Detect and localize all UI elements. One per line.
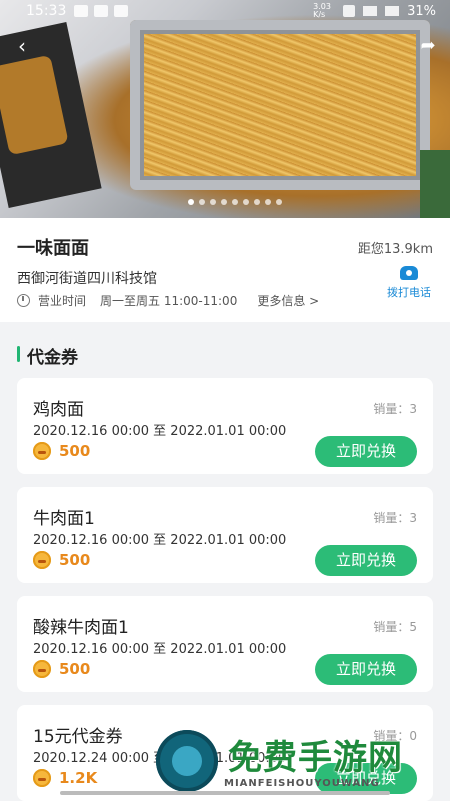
status-time: 15:33 xyxy=(26,3,67,19)
signal-icon xyxy=(385,6,400,16)
call-button[interactable]: 拨打电话 xyxy=(384,266,434,300)
price-value: 500 xyxy=(59,442,91,460)
voucher-title: 牛肉面1 xyxy=(33,509,95,529)
carousel-dot xyxy=(221,199,227,205)
carousel-dot xyxy=(265,199,271,205)
redeem-button[interactable]: 立即兑换 xyxy=(315,654,417,685)
share-icon[interactable]: ➦ xyxy=(416,34,440,58)
voucher-price: 500 xyxy=(33,442,90,460)
network-speed: 3.03 K/s xyxy=(313,2,331,19)
message-notification-icon xyxy=(94,5,108,17)
store-photo-carousel[interactable] xyxy=(0,0,450,218)
carousel-dot xyxy=(210,199,216,205)
battery-level: 31% xyxy=(407,3,436,19)
price-value: 500 xyxy=(59,551,91,569)
voucher-sales: 销量：3 xyxy=(373,511,417,525)
voucher-validity: 2020.12.16 00:00 至 2022.01.01 00:00 xyxy=(33,642,287,657)
status-bar: 15:33 3.03 K/s 31% xyxy=(0,0,450,24)
carousel-dot xyxy=(276,199,282,205)
voucher-validity: 2020.12.16 00:00 至 2022.01.01 00:00 xyxy=(33,424,287,439)
photo-background-plant xyxy=(420,150,450,218)
voucher-title: 鸡肉面 xyxy=(33,400,84,420)
voucher-validity: 2020.12.16 00:00 至 2022.01.01 00:00 xyxy=(33,533,287,548)
app-notification-icon xyxy=(114,5,128,17)
carousel-dot xyxy=(243,199,249,205)
watermark-logo-icon xyxy=(156,730,218,792)
status-right: 3.03 K/s 31% xyxy=(313,3,436,19)
watermark-text: 免费手游网 xyxy=(228,738,403,778)
site-watermark: 免费手游网 MIANFEISHOUYOUWANG xyxy=(156,728,446,798)
store-name: 一味面面 xyxy=(17,238,89,259)
redeem-button[interactable]: 立即兑换 xyxy=(315,436,417,467)
store-info-panel: 一味面面 距您13.9km 西御河街道四川科技馆 营业时间 周一至周五 11:0… xyxy=(0,218,450,322)
business-hours: 营业时间 周一至周五 11:00-11:00 更多信息 > xyxy=(17,292,319,309)
voucher-card: 牛肉面1 销量：3 2020.12.16 00:00 至 2022.01.01 … xyxy=(17,487,433,583)
voucher-price: 1.2K xyxy=(33,769,97,787)
redeem-button[interactable]: 立即兑换 xyxy=(315,545,417,576)
home-indicator[interactable] xyxy=(60,791,390,795)
alarm-icon xyxy=(343,5,356,17)
clock-icon xyxy=(17,294,30,307)
voucher-sales: 销量：3 xyxy=(373,402,417,416)
voucher-title: 15元代金券 xyxy=(33,727,123,747)
coin-icon xyxy=(33,769,51,787)
carousel-dot xyxy=(199,199,205,205)
back-arrow-icon[interactable]: ‹ xyxy=(10,34,34,58)
voucher-section-title: 代金券 xyxy=(17,343,78,368)
call-label: 拨打电话 xyxy=(387,286,431,299)
image-notification-icon xyxy=(74,5,88,17)
voucher-card: 鸡肉面 销量：3 2020.12.16 00:00 至 2022.01.01 0… xyxy=(17,378,433,474)
carousel-dot xyxy=(232,199,238,205)
phone-icon xyxy=(400,266,418,280)
store-distance: 距您13.9km xyxy=(357,242,433,257)
voucher-title: 酸辣牛肉面1 xyxy=(33,618,129,638)
store-address: 西御河街道四川科技馆 xyxy=(17,271,157,287)
carousel-indicator xyxy=(188,199,282,205)
photo-noodle-tray xyxy=(130,20,430,190)
price-value: 1.2K xyxy=(59,769,98,787)
hours-label: 营业时间 xyxy=(38,294,87,308)
wifi-icon xyxy=(363,6,378,16)
hours-value: 周一至周五 11:00-11:00 xyxy=(100,294,238,308)
watermark-subtext: MIANFEISHOUYOUWANG xyxy=(224,778,380,789)
coin-icon xyxy=(33,660,51,678)
coin-icon xyxy=(33,442,51,460)
notification-icons xyxy=(74,5,128,17)
voucher-price: 500 xyxy=(33,551,90,569)
coin-icon xyxy=(33,551,51,569)
voucher-card: 酸辣牛肉面1 销量：5 2020.12.16 00:00 至 2022.01.0… xyxy=(17,596,433,692)
more-info-link[interactable]: 更多信息 > xyxy=(257,292,319,309)
carousel-dot xyxy=(188,199,194,205)
price-value: 500 xyxy=(59,660,91,678)
voucher-price: 500 xyxy=(33,660,90,678)
voucher-sales: 销量：5 xyxy=(373,620,417,634)
carousel-dot xyxy=(254,199,260,205)
